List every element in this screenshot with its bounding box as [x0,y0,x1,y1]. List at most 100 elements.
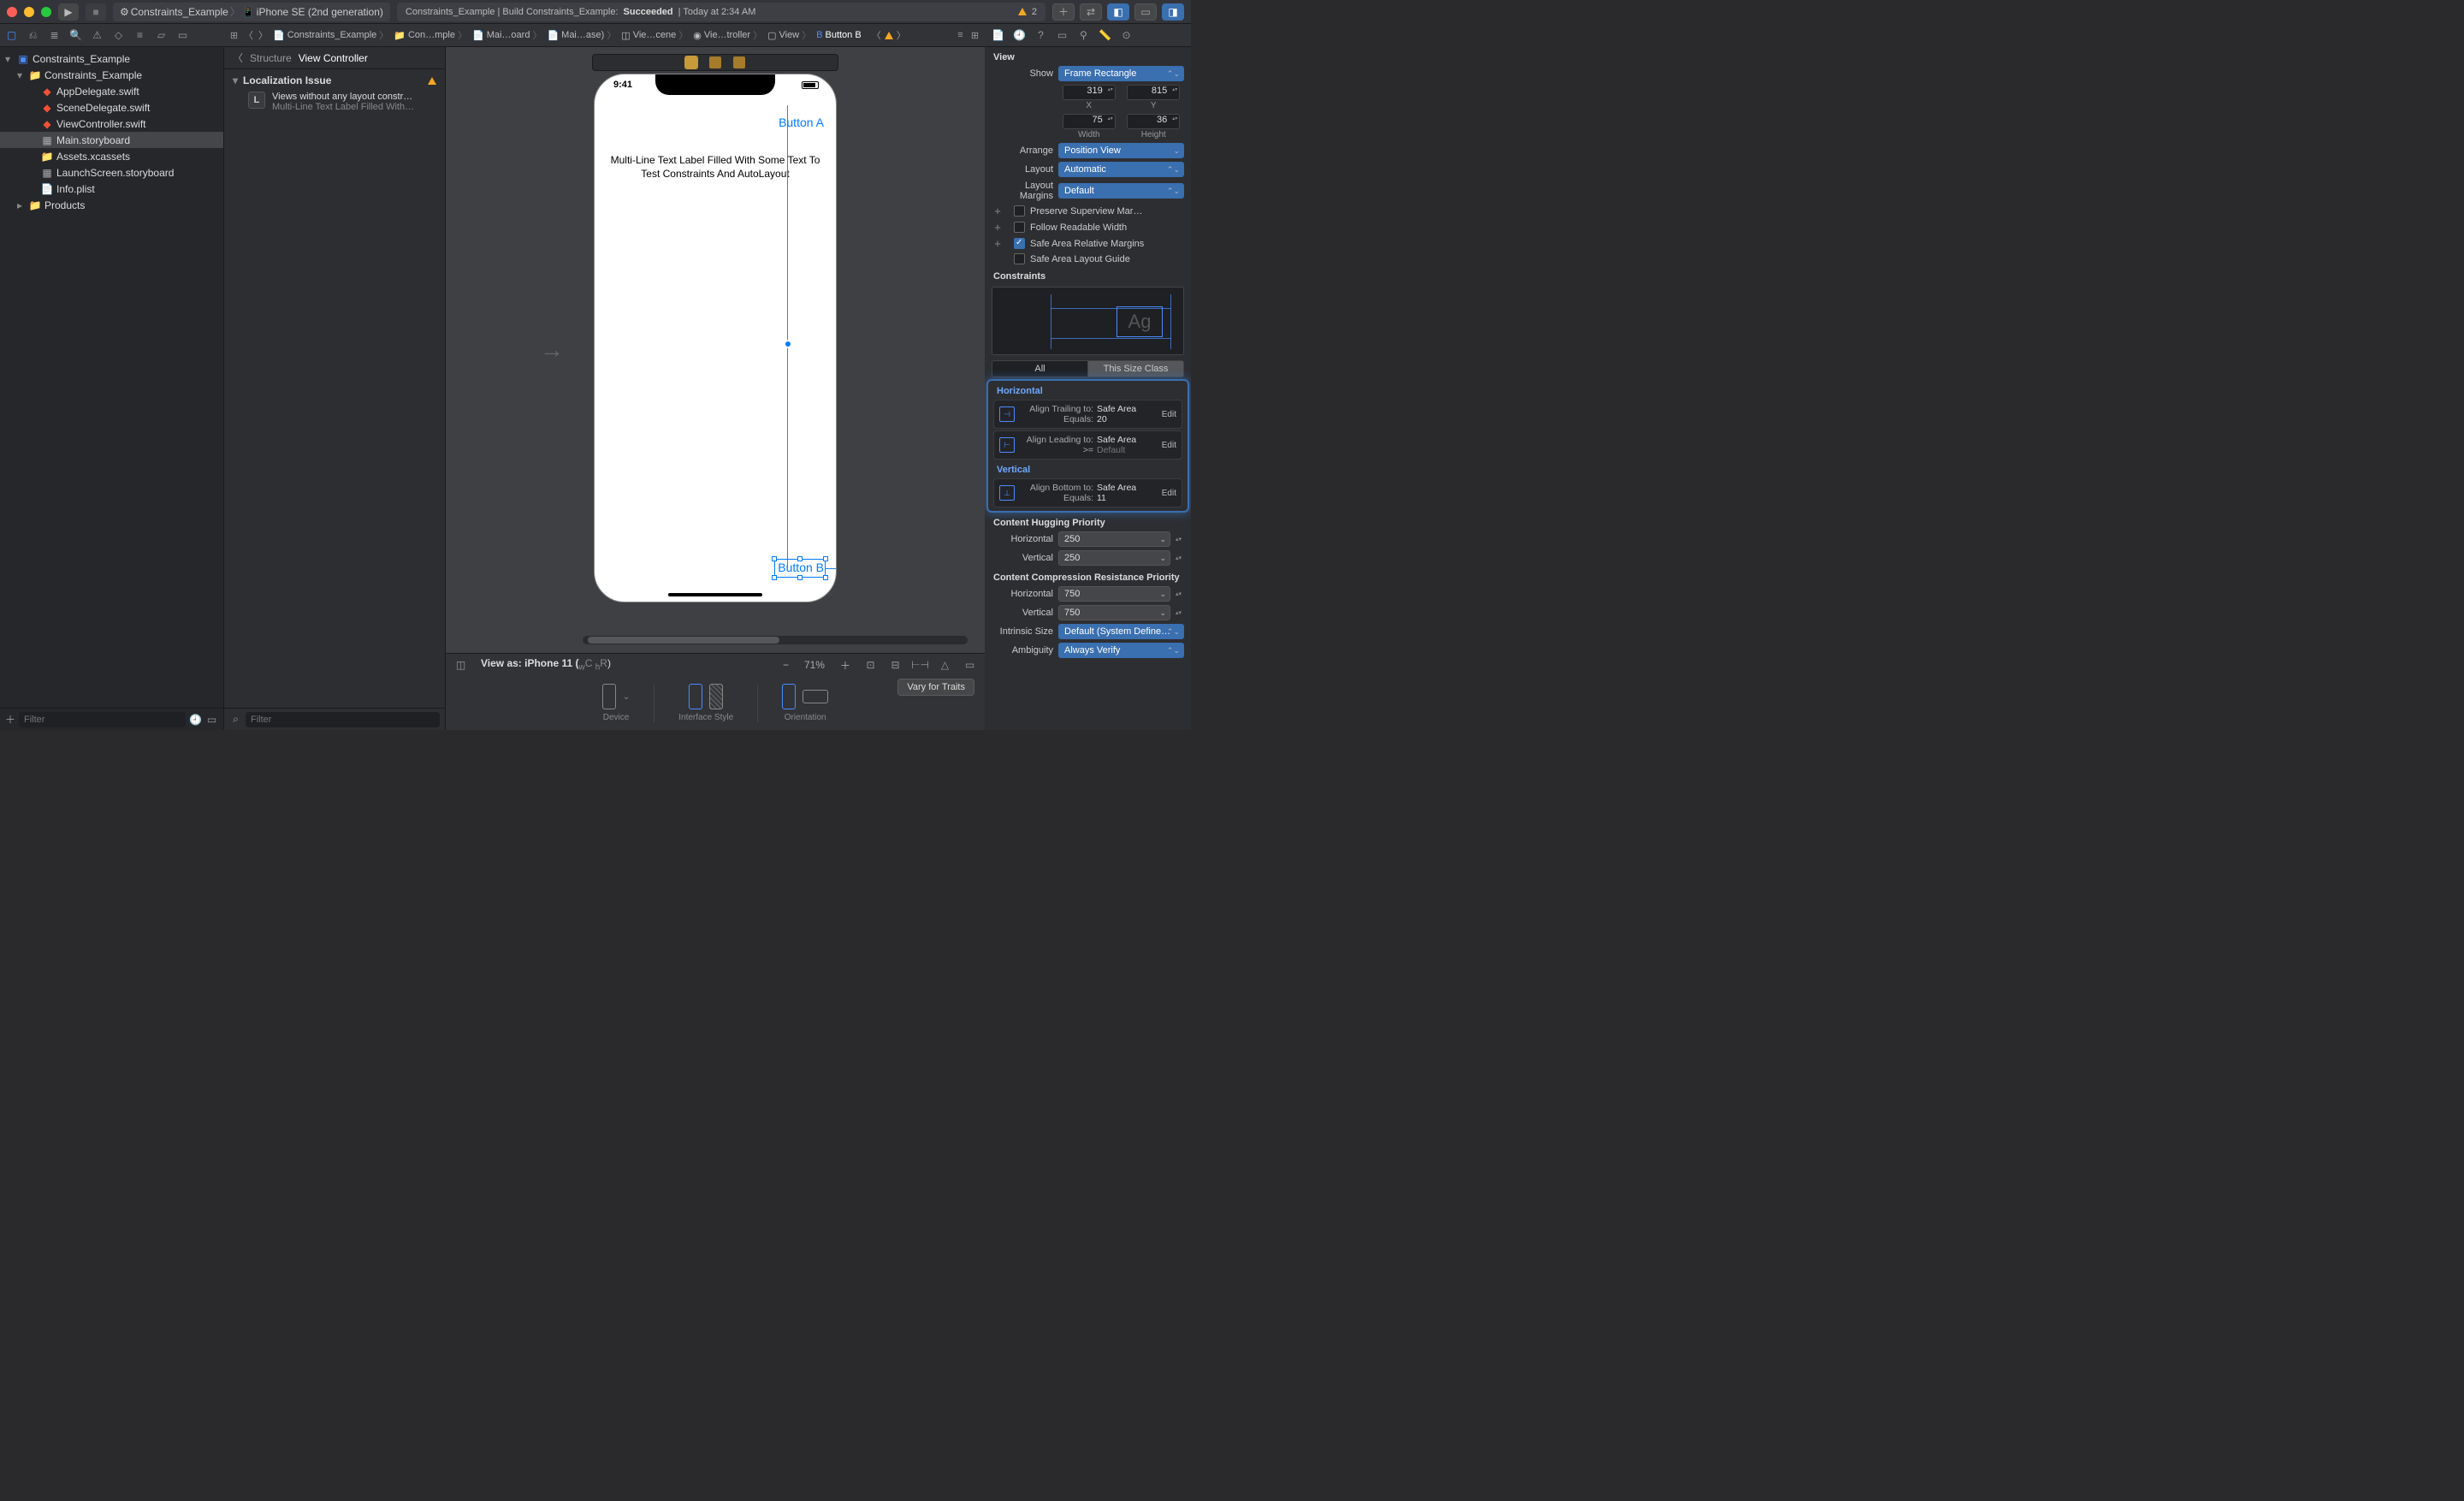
width-field[interactable]: 75▴▾ [1063,114,1116,129]
comp-v-field[interactable]: 750⌄ [1058,605,1170,620]
constraint-row[interactable]: ⊥ Align Bottom to:Safe Area Equals:11 Ed… [993,478,1182,507]
issue-row[interactable]: L Views without any layout constr… Multi… [233,86,436,112]
next-issue-icon[interactable]: 〉 [895,29,908,42]
jump-bar[interactable]: ⊞ 〈 〉 📄Constraints_Example〉 📁Con…mple〉 📄… [224,28,985,42]
nav-filter-input[interactable] [19,712,186,727]
constraints-preview[interactable]: Ag [992,287,1184,355]
resize-handle[interactable] [823,575,828,580]
preserve-superview-checkbox[interactable] [1014,205,1025,217]
constraint-row[interactable]: ⊢ Align Leading to:Safe Area >=Default E… [993,430,1182,460]
edit-button[interactable]: Edit [1162,441,1176,450]
nav-group[interactable]: ▾📁Constraints_Example [0,67,223,83]
outline-filter-input[interactable] [246,712,440,727]
orientation-group[interactable]: Orientation [782,684,828,722]
zoom-icon[interactable] [41,7,51,17]
add-button[interactable]: ＋ [1052,3,1075,21]
prev-issue-icon[interactable]: 〈 [870,29,883,42]
add-icon[interactable]: ＋ [5,712,15,727]
add-margin-button[interactable]: + [992,205,1004,217]
recent-filter-icon[interactable]: 🕘 [189,713,202,726]
outline-back-label[interactable]: Structure [250,52,292,64]
history-insp-icon[interactable]: 🕘 [1013,29,1026,42]
height-field[interactable]: 36▴▾ [1127,114,1180,129]
show-navigator-button[interactable]: ◧ [1107,3,1129,21]
edit-button[interactable]: Edit [1162,410,1176,419]
vc-dock-icon[interactable] [685,56,697,68]
issue-nav-icon[interactable]: ⚠ [91,29,104,42]
interface-style-group[interactable]: Interface Style [678,684,733,722]
code-review-button[interactable]: ⇄ [1080,3,1102,21]
nav-file[interactable]: ◆ViewController.swift [0,116,223,132]
nav-products[interactable]: ▸📁Products [0,197,223,213]
seg-this[interactable]: This Size Class [1088,360,1184,377]
resize-handle[interactable] [797,556,803,561]
resize-handle[interactable] [772,556,777,561]
device-group[interactable]: ⌄ Device [602,684,630,722]
zoom-out-button[interactable]: − [783,659,789,671]
nav-file[interactable]: ◆AppDelegate.swift [0,83,223,99]
connections-insp-icon[interactable]: ⊙ [1120,29,1133,42]
ambiguity-select[interactable]: Always Verify⌃⌄ [1058,643,1184,658]
edit-button[interactable]: Edit [1162,489,1176,498]
symbol-nav-icon[interactable]: ≣ [48,29,61,42]
resize-handle[interactable] [823,556,828,561]
find-nav-icon[interactable]: 🔍 [69,29,82,42]
outline-toggle-icon[interactable]: ◫ [454,659,467,672]
show-inspector-button[interactable]: ◨ [1162,3,1184,21]
comp-h-field[interactable]: 750⌄ [1058,586,1170,602]
show-select[interactable]: Frame Rectangle⌃⌄ [1058,66,1184,81]
margins-select[interactable]: Default⌃⌄ [1058,183,1184,199]
stop-button[interactable]: ■ [86,3,106,21]
nav-file-selected[interactable]: ▦Main.storyboard [0,132,223,148]
project-nav-icon[interactable]: ▢ [5,29,18,42]
breakpoint-nav-icon[interactable]: ▱ [155,29,168,42]
editor-options-icon[interactable]: ▭ [963,659,976,672]
file-insp-icon[interactable]: 📄 [992,29,1004,42]
arrange-select[interactable]: Position View⌄ [1058,143,1184,158]
viewas-device[interactable]: iPhone 11 ( [524,657,578,669]
minimize-icon[interactable] [24,7,34,17]
nav-file[interactable]: ▦LaunchScreen.storyboard [0,164,223,181]
nav-file[interactable]: 📁Assets.xcassets [0,148,223,164]
safe-area-guide-checkbox[interactable] [1014,253,1025,264]
back-icon[interactable]: 〈 [233,50,243,65]
issue-jump-icon[interactable] [885,32,893,39]
scm-filter-icon[interactable]: ▭ [205,713,218,726]
add-margin-button[interactable]: + [992,237,1004,250]
run-button[interactable]: ▶ [58,3,79,21]
size-class-segment[interactable]: All This Size Class [992,360,1184,377]
ib-canvas[interactable]: → 9:41 Button A Multi-Line Text Label Fi… [446,47,985,730]
x-field[interactable]: 319▴▾ [1063,85,1116,100]
hug-h-field[interactable]: 250⌄ [1058,531,1170,547]
issue-section-header[interactable]: ▾ Localization Issue [233,74,436,86]
show-debug-button[interactable]: ▭ [1134,3,1157,21]
constraint-indicator-icon[interactable] [784,340,792,348]
button-a[interactable]: Button A [779,116,824,129]
debug-nav-icon[interactable]: ≡ [133,29,146,42]
readable-width-checkbox[interactable] [1014,222,1025,233]
related-items-icon[interactable]: ⊞ [228,29,240,42]
seg-all[interactable]: All [992,360,1088,377]
resize-handle[interactable] [772,575,777,580]
report-nav-icon[interactable]: ▭ [176,29,189,42]
attributes-insp-icon[interactable]: ⚲ [1077,29,1090,42]
first-responder-dock-icon[interactable] [709,56,721,68]
back-icon[interactable]: 〈 [242,29,255,42]
embed-icon[interactable]: ⊡ [864,659,877,672]
safe-area-margins-checkbox[interactable] [1014,238,1025,249]
exit-dock-icon[interactable] [733,56,745,68]
hug-v-field[interactable]: 250⌄ [1058,550,1170,566]
nav-file[interactable]: ◆SceneDelegate.swift [0,99,223,116]
add-margin-button[interactable]: + [992,221,1004,234]
nav-file[interactable]: 📄Info.plist [0,181,223,197]
resolve-icon[interactable]: △ [939,659,951,672]
forward-icon[interactable]: 〉 [257,29,270,42]
close-icon[interactable] [7,7,17,17]
adjust-editor-icon[interactable]: ≡ [954,29,967,42]
pin-icon[interactable]: ⊢⊣ [914,659,927,672]
resize-handle[interactable] [797,575,803,580]
device-frame[interactable]: 9:41 Button A Multi-Line Text Label Fill… [594,74,837,602]
y-field[interactable]: 815▴▾ [1127,85,1180,100]
scheme-selector[interactable]: ⚙︎ Constraints_Example 〉 📱 iPhone SE (2n… [113,3,390,21]
activity-view[interactable]: Constraints_Example | Build Constraints_… [397,3,1045,21]
